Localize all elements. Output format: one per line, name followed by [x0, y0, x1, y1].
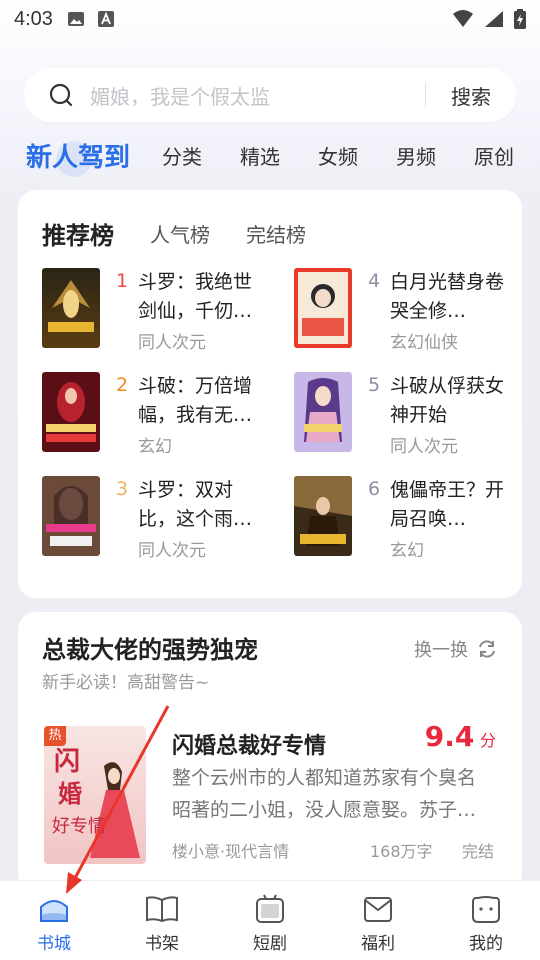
search-button[interactable]: 搜索	[426, 81, 516, 110]
rank-number: 5	[368, 374, 381, 396]
status-bar: 4:03	[0, 0, 540, 38]
book-cover[interactable]	[42, 268, 100, 348]
book-score: 9.4 分	[425, 720, 496, 753]
bookshelf-icon	[146, 896, 178, 923]
short-drama-icon	[256, 894, 284, 923]
book-title: 斗罗：双对比，这个雨…	[138, 479, 253, 530]
book-title: 傀儡帝王？开局召唤…	[390, 479, 505, 530]
tab-newcomer[interactable]: 新人驾到	[26, 137, 130, 177]
ranking-item[interactable]: 3 斗罗：双对比，这个雨… 同人次元	[42, 476, 282, 561]
book-genre: 玄幻仙侠	[390, 333, 458, 353]
book-genre: 同人次元	[138, 333, 206, 353]
tab-category[interactable]: 分类	[162, 141, 202, 170]
rank-number: 4	[368, 270, 381, 292]
rank-number: 3	[116, 478, 129, 500]
section-title: 总裁大佬的强势独宠	[42, 636, 258, 664]
score-value: 9.4	[424, 720, 475, 753]
bookstore-icon	[40, 900, 68, 922]
ranking-item[interactable]: 6 傀儡帝王？开局召唤… 玄幻	[294, 476, 534, 561]
font-notification-icon	[97, 11, 114, 27]
book-genre: 同人次元	[390, 437, 458, 457]
tab-female[interactable]: 女频	[318, 141, 358, 170]
book-cover[interactable]: 闪 婚 好专情 热	[44, 726, 146, 864]
book-title: 白月光替身卷哭全修…	[390, 271, 505, 322]
book-cover[interactable]	[294, 268, 352, 348]
book-genre: 玄幻	[390, 541, 424, 561]
book-title: 斗罗：我绝世剑仙，千仞…	[138, 271, 253, 322]
profile-icon	[472, 896, 500, 923]
hot-badge: 热	[44, 726, 66, 746]
search-icon	[49, 83, 73, 107]
svg-text:好专情: 好专情	[52, 816, 106, 837]
status-time: 4:03	[14, 7, 53, 30]
book-status: 完结	[461, 842, 494, 861]
search-placeholder: 媚娘，我是个假太监	[90, 84, 270, 109]
nav-label: 书城	[37, 934, 71, 954]
book-author: 楼小意·现代言情	[172, 842, 290, 861]
tab-completed-ranking[interactable]: 完结榜	[246, 219, 306, 248]
book-title: 闪婚总裁好专情	[172, 734, 327, 759]
gallery-notification-icon	[67, 12, 84, 26]
nav-label: 短剧	[253, 934, 287, 954]
ranking-item[interactable]: 1 斗罗：我绝世剑仙，千仞… 同人次元	[42, 268, 282, 353]
book-word-count: 168万字	[370, 842, 433, 861]
book-genre: 同人次元	[138, 541, 206, 561]
svg-text:婚: 婚	[58, 779, 82, 808]
section-subtitle: 新手必读！高甜警告~	[42, 673, 210, 693]
wifi-icon	[453, 10, 473, 27]
book-title: 斗破：万倍增幅，我有无…	[138, 375, 253, 426]
top-tabs: 新人驾到 分类 精选 女频 男频 原创	[26, 134, 526, 177]
nav-bookshelf[interactable]: 书架	[108, 881, 216, 960]
nav-label: 我的	[469, 934, 503, 954]
refresh-icon	[479, 640, 495, 658]
tab-original[interactable]: 原创	[474, 141, 514, 170]
nav-welfare[interactable]: 福利	[324, 881, 432, 960]
tab-featured[interactable]: 精选	[240, 141, 280, 170]
welfare-icon	[364, 897, 392, 922]
ranking-item[interactable]: 4 白月光替身卷哭全修… 玄幻仙侠	[294, 268, 534, 353]
ranking-item[interactable]: 5 斗破从俘获女神开始 同人次元	[294, 372, 534, 457]
tab-male[interactable]: 男频	[396, 141, 436, 170]
book-cover[interactable]	[42, 372, 100, 452]
book-genre: 玄幻	[138, 437, 172, 457]
rank-number: 1	[116, 270, 129, 292]
svg-text:闪: 闪	[54, 747, 80, 777]
book-cover[interactable]	[42, 476, 100, 556]
search-input[interactable]: 媚娘，我是个假太监 搜索	[24, 68, 516, 122]
score-unit: 分	[479, 731, 496, 750]
book-cover[interactable]	[294, 476, 352, 556]
ranking-tabs: 推荐榜 人气榜 完结榜	[42, 216, 342, 251]
book-list-item[interactable]: 闪 婚 好专情 热 闪婚总裁好专情 9.4 分 整个云州市的人都知道苏家有个臭名…	[44, 720, 500, 866]
ranking-card: 推荐榜 人气榜 完结榜 1 斗罗：我绝世剑仙，千仞… 同人次元 2 斗破：万倍增…	[18, 190, 522, 598]
refresh-label: 换一换	[414, 640, 468, 661]
ranking-item[interactable]: 2 斗破：万倍增幅，我有无… 玄幻	[42, 372, 282, 457]
book-title: 斗破从俘获女神开始	[390, 375, 505, 426]
bottom-nav: 书城 书架 短剧 福利 我的	[0, 880, 540, 960]
nav-bookstore[interactable]: 书城	[0, 881, 108, 960]
refresh-button[interactable]: 换一换	[414, 636, 498, 662]
tab-popular-ranking[interactable]: 人气榜	[150, 219, 210, 248]
rank-number: 2	[116, 374, 129, 396]
signal-icon	[485, 11, 503, 27]
nav-profile[interactable]: 我的	[432, 881, 540, 960]
battery-icon	[514, 9, 526, 29]
nav-short-drama[interactable]: 短剧	[216, 881, 324, 960]
rank-number: 6	[368, 478, 381, 500]
nav-label: 福利	[361, 934, 395, 954]
book-cover[interactable]	[294, 372, 352, 452]
featured-section-card: 总裁大佬的强势独宠 换一换 新手必读！高甜警告~ 闪 婚 好专情 热 闪婚总裁好…	[18, 612, 522, 892]
book-description: 整个云州市的人都知道苏家有个臭名昭著的二小姐，没人愿意娶。苏子…	[172, 767, 477, 821]
nav-label: 书架	[145, 934, 179, 954]
tab-recommend-ranking[interactable]: 推荐榜	[42, 216, 114, 251]
